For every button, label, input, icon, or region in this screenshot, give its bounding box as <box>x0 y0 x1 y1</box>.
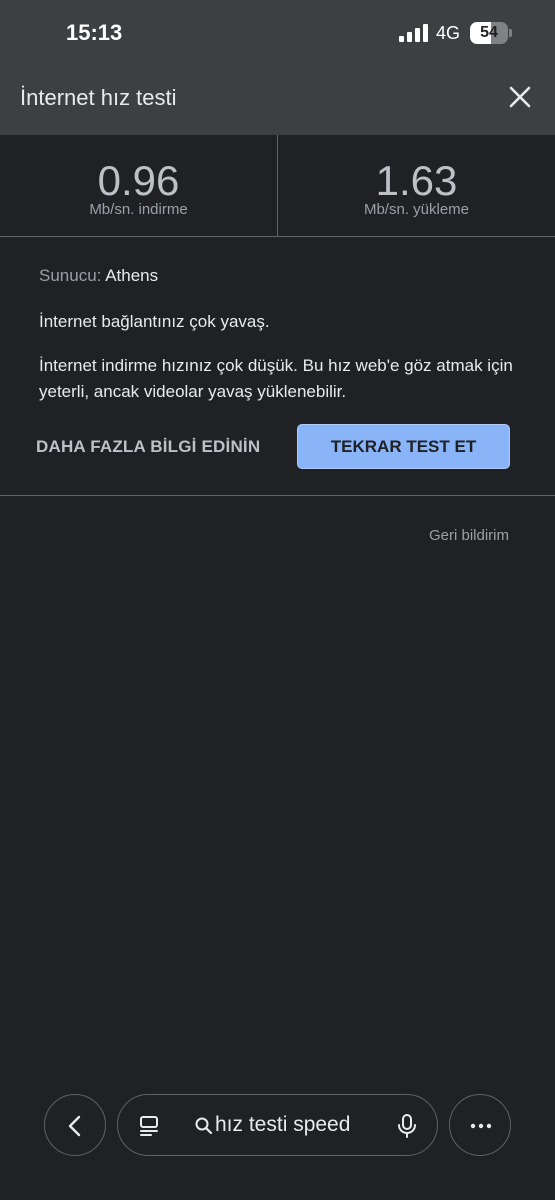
search-query[interactable]: hız testi speed <box>215 1113 350 1137</box>
upload-speed-unit: Mb/sn. yükleme <box>363 201 470 218</box>
network-type: 4G <box>436 23 461 43</box>
search-icon <box>195 1117 213 1135</box>
back-button[interactable] <box>44 1094 106 1156</box>
server-label: Sunucu: <box>39 266 102 285</box>
connection-status: İnternet bağlantınız çok yavaş. <box>39 312 270 331</box>
battery-icon: 54 <box>470 22 508 44</box>
feedback-link[interactable]: Geri bildirim <box>429 527 509 544</box>
back-icon <box>68 1115 81 1137</box>
more-button[interactable] <box>449 1094 511 1156</box>
download-speed-unit: Mb/sn. indirme <box>89 201 188 218</box>
signal-icon <box>399 24 428 42</box>
status-bar: 15:13 4G 54 <box>0 0 555 68</box>
more-icon <box>470 1123 492 1129</box>
download-result: 0.96 Mb/sn. indirme <box>0 135 277 237</box>
battery-nub <box>509 29 512 37</box>
retest-button[interactable]: TEKRAR TEST ET <box>297 424 510 469</box>
close-icon <box>509 86 531 108</box>
speed-test-header: 15:13 4G 54 İnternet hız testi <box>0 0 555 135</box>
upload-result: 1.63 Mb/sn. yükleme <box>278 135 555 237</box>
learn-more-link[interactable]: DAHA FAZLA BİLGİ EDİNİN <box>36 437 260 457</box>
close-button[interactable] <box>504 81 536 113</box>
tabs-icon[interactable] <box>137 1114 161 1138</box>
search-bar[interactable]: hız testi speed <box>117 1094 438 1156</box>
speed-results: 0.96 Mb/sn. indirme 1.63 Mb/sn. yükleme <box>0 135 555 237</box>
mic-icon[interactable] <box>396 1113 418 1139</box>
battery-percent: 54 <box>480 24 498 41</box>
section-divider <box>0 495 555 496</box>
status-time: 15:13 <box>66 20 123 45</box>
page-title: İnternet hız testi <box>20 85 177 110</box>
download-speed-value: 0.96 <box>97 157 180 204</box>
server-value: Athens <box>105 266 159 285</box>
server-info: Sunucu: Athens <box>39 266 158 286</box>
upload-speed-value: 1.63 <box>375 157 458 204</box>
speed-description: İnternet indirme hızınız çok düşük. Bu h… <box>39 356 513 401</box>
